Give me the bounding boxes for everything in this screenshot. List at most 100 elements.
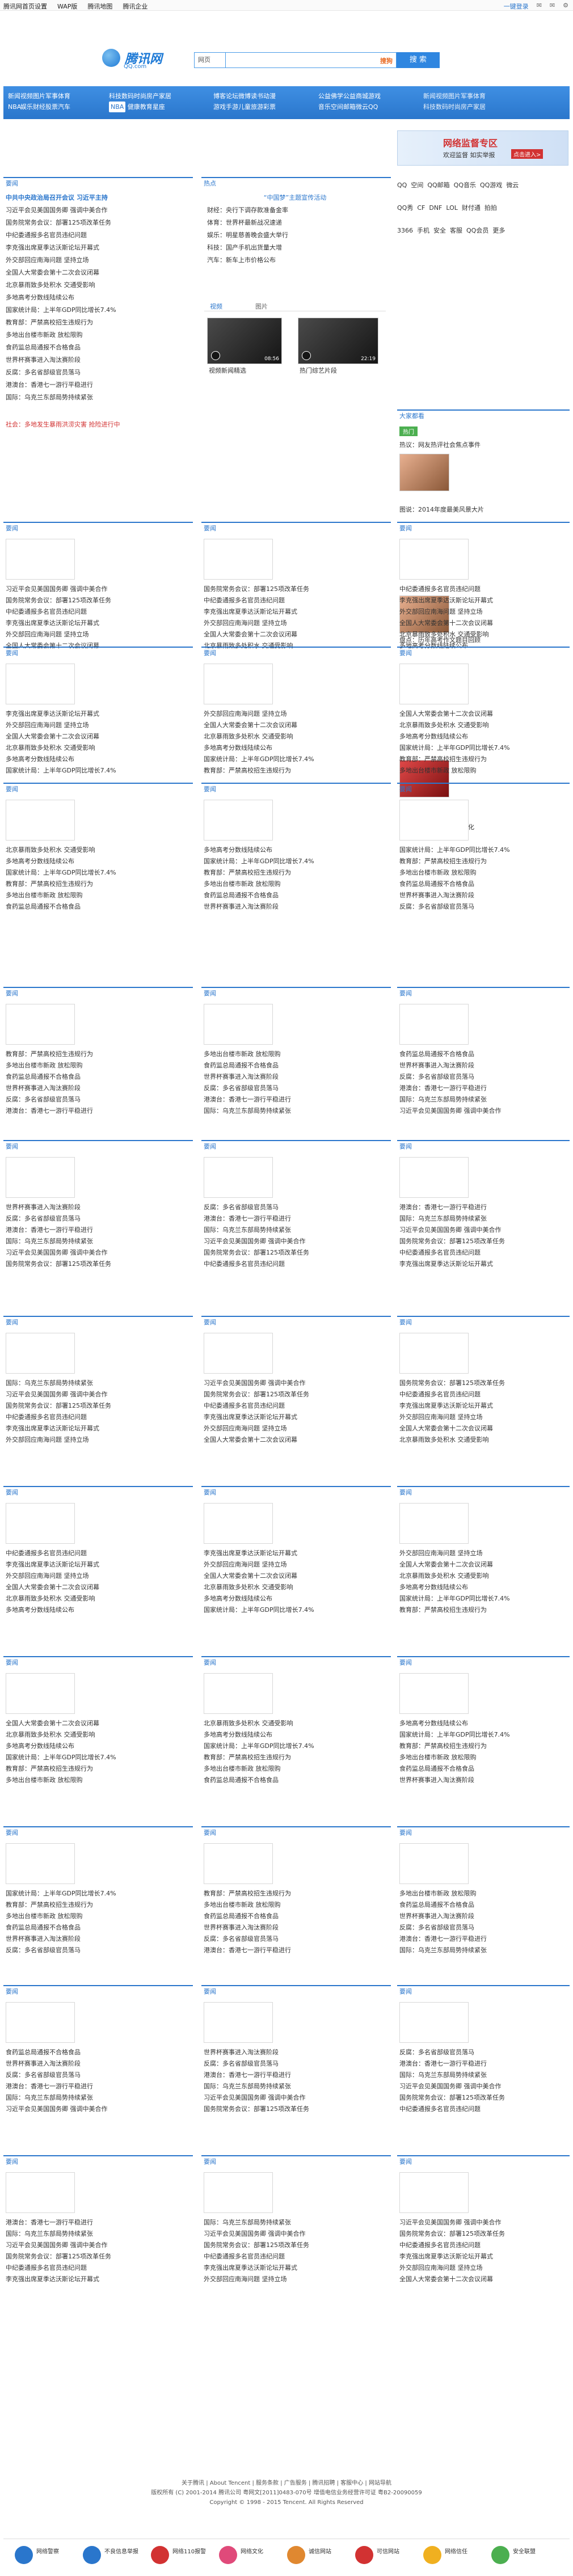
section-item[interactable]: 中纪委通报多名官员违纪问题 (204, 2252, 385, 2261)
section-thumbnail[interactable] (204, 1673, 273, 1714)
section-item[interactable]: 国家统计局：上半年GDP同比增长7.4% (399, 845, 564, 855)
section-item[interactable]: 教育部：严禁高校招生违规行为 (204, 1752, 385, 1762)
section-item[interactable]: 多地出台楼市新政 放松限购 (399, 868, 564, 877)
section-item[interactable]: 习近平会见美国国务卿 强调中美合作 (6, 1390, 187, 1399)
badge-1[interactable]: 网络警察 (15, 2544, 71, 2566)
section-item[interactable]: 国务院常务会议：部署125项改革任务 (204, 2104, 385, 2114)
section-item[interactable]: 港澳台：香港七一游行平稳进行 (6, 2218, 187, 2227)
section-item[interactable]: 多地出台楼市新政 放松限购 (204, 1049, 385, 1059)
section-item[interactable]: 北京暴雨致多处积水 交通受影响 (204, 1582, 385, 1592)
section-item[interactable]: 港澳台：香港七一游行平稳进行 (204, 2070, 385, 2080)
section-item[interactable]: 习近平会见美国国务卿 强调中美合作 (6, 584, 187, 594)
section-item[interactable]: 外交部回应南海问题 坚持立场 (204, 709, 385, 719)
section-title[interactable]: 要闻 (3, 1486, 193, 1500)
section-item[interactable]: 多地出台楼市新政 放松限购 (399, 766, 564, 775)
section-item[interactable]: 外交部回应南海问题 坚持立场 (204, 618, 385, 628)
section-thumbnail[interactable] (6, 664, 75, 704)
section-item[interactable]: 世界杯赛事进入淘汰赛阶段 (204, 902, 385, 911)
section-item[interactable]: 国家统计局：上半年GDP同比增长7.4% (204, 1605, 385, 1615)
section-item[interactable]: 反腐：多名省部级官员落马 (6, 1945, 187, 1955)
section-item[interactable]: 港澳台：香港七一游行平稳进行 (204, 1214, 385, 1223)
section-item[interactable]: 港澳台：香港七一游行平稳进行 (399, 1934, 564, 1944)
section-title[interactable]: 要闻 (397, 647, 570, 660)
section-item[interactable]: 教育部：严禁高校招生违规行为 (399, 856, 564, 866)
section-item[interactable]: 中纪委通报多名官员违纪问题 (399, 2240, 564, 2250)
news-item[interactable]: 国际：乌克兰东部局势持续紧张 (6, 392, 193, 402)
section-item[interactable]: 反腐：多名省部级官员落马 (204, 1202, 385, 1212)
section-item[interactable]: 李克强出席夏季达沃斯论坛开幕式 (399, 1259, 564, 1269)
news-item[interactable]: 多地出台楼市新政 放松限购 (6, 330, 193, 340)
section-item[interactable]: 全国人大常委会第十二次会议闭幕 (204, 630, 385, 639)
section-item[interactable]: 多地高考分数线陆续公布 (6, 1741, 187, 1751)
section-item[interactable]: 全国人大常委会第十二次会议闭幕 (6, 732, 187, 741)
section-item[interactable]: 港澳台：香港七一游行平稳进行 (6, 1106, 187, 1116)
section-item[interactable]: 北京暴雨致多处积水 交通受影响 (204, 732, 385, 741)
section-thumbnail[interactable] (399, 1673, 469, 1714)
section-title[interactable]: 要闻 (3, 522, 193, 535)
section-thumbnail[interactable] (399, 539, 469, 580)
tab-video[interactable]: 视频 (210, 302, 222, 311)
section-item[interactable]: 国家统计局：上半年GDP同比增长7.4% (6, 766, 187, 775)
section-item[interactable]: 反腐：多名省部级官员落马 (204, 2059, 385, 2068)
section-item[interactable]: 多地出台楼市新政 放松限购 (399, 1752, 564, 1762)
section-item[interactable]: 食药监总局通报不合格食品 (204, 1775, 385, 1785)
mail-icon[interactable]: ✉ (550, 2, 555, 11)
section-title[interactable]: 要闻 (201, 783, 391, 796)
settings-icon[interactable]: ⚙ (563, 2, 568, 11)
section-item[interactable]: 全国人大常委会第十二次会议闭幕 (6, 1718, 187, 1728)
section-thumbnail[interactable] (204, 1843, 273, 1884)
section-thumbnail[interactable] (204, 800, 273, 841)
section-item[interactable]: 国务院常务会议：部署125项改革任务 (204, 2240, 385, 2250)
hot-item[interactable]: 娱乐：明星慈善晚会盛大举行 (207, 230, 383, 240)
section-item[interactable]: 北京暴雨致多处积水 交通受影响 (6, 1730, 187, 1739)
section-item[interactable]: 习近平会见美国国务卿 强调中美合作 (204, 2229, 385, 2239)
section-item[interactable]: 港澳台：香港七一游行平稳进行 (399, 1083, 564, 1093)
section-title[interactable]: 要闻 (397, 1826, 570, 1840)
section-thumbnail[interactable] (6, 800, 75, 841)
section-item[interactable]: 食药监总局通报不合格食品 (204, 1061, 385, 1070)
section-item[interactable]: 中纪委通报多名官员违纪问题 (204, 1259, 385, 1269)
section-item[interactable]: 外交部回应南海问题 坚持立场 (399, 1548, 564, 1558)
wap-link[interactable]: WAP版 (57, 2, 77, 11)
section-item[interactable]: 反腐：多名省部级官员落马 (399, 902, 564, 911)
news-item[interactable]: 国家统计局：上半年GDP同比增长7.4% (6, 305, 193, 315)
section-item[interactable]: 港澳台：香港七一游行平稳进行 (6, 2081, 187, 2091)
section-thumbnail[interactable] (399, 1503, 469, 1544)
section-item[interactable]: 国务院常务会议：部署125项改革任务 (399, 2229, 564, 2239)
section-item[interactable]: 国家统计局：上半年GDP同比增长7.4% (6, 1752, 187, 1762)
section-item[interactable]: 多地出台楼市新政 放松限购 (6, 1911, 187, 1921)
section-item[interactable]: 习近平会见美国国务卿 强调中美合作 (6, 1248, 187, 1257)
section-item[interactable]: 教育部：严禁高校招生违规行为 (6, 879, 187, 889)
section-item[interactable]: 食药监总局通报不合格食品 (6, 2047, 187, 2057)
section-item[interactable]: 国务院常务会议：部署125项改革任务 (6, 1259, 187, 1269)
section-item[interactable]: 国务院常务会议：部署125项改革任务 (6, 2252, 187, 2261)
section-item[interactable]: 多地高考分数线陆续公布 (6, 856, 187, 866)
section-item[interactable]: 世界杯赛事进入淘汰赛阶段 (204, 1923, 385, 1932)
section-item[interactable]: 全国人大常委会第十二次会议闭幕 (204, 1571, 385, 1581)
section-item[interactable]: 国家统计局：上半年GDP同比增长7.4% (6, 868, 187, 877)
section-item[interactable]: 食药监总局通报不合格食品 (6, 1923, 187, 1932)
section-item[interactable]: 北京暴雨致多处积水 交通受影响 (399, 1571, 564, 1581)
section-item[interactable]: 多地出台楼市新政 放松限购 (6, 890, 187, 900)
section-item[interactable]: 外交部回应南海问题 坚持立场 (204, 1560, 385, 1569)
section-thumbnail[interactable] (6, 1157, 75, 1198)
section-item[interactable]: 国务院常务会议：部署125项改革任务 (399, 2093, 564, 2102)
section-item[interactable]: 外交部回应南海问题 坚持立场 (6, 1435, 187, 1445)
news-item[interactable]: 港澳台：香港七一游行平稳进行 (6, 380, 193, 390)
section-title[interactable]: 要闻 (3, 1316, 193, 1329)
news-item[interactable]: 教育部：严禁高校招生违规行为 (6, 318, 193, 327)
badge-7[interactable]: 网络信任 (423, 2544, 480, 2566)
section-title[interactable]: 要闻 (397, 1140, 570, 1154)
search-input[interactable]: 搜狗 (225, 52, 397, 68)
section-item[interactable]: 国务院常务会议：部署125项改革任务 (204, 584, 385, 594)
section-item[interactable]: 北京暴雨致多处积水 交通受影响 (6, 845, 187, 855)
section-thumbnail[interactable] (399, 1004, 469, 1045)
section-title[interactable]: 要闻 (201, 1140, 391, 1154)
section-item[interactable]: 世界杯赛事进入淘汰赛阶段 (6, 1202, 187, 1212)
video-thumbnail-2[interactable]: 22:19 (298, 318, 378, 364)
section-item[interactable]: 国际：乌克兰东部局势持续紧张 (399, 1214, 564, 1223)
section-item[interactable]: 李克强出席夏季达沃斯论坛开幕式 (204, 607, 385, 616)
section-item[interactable]: 李克强出席夏季达沃斯论坛开幕式 (6, 1560, 187, 1569)
section-title[interactable]: 要闻 (201, 1486, 391, 1500)
section-item[interactable]: 全国人大常委会第十二次会议闭幕 (399, 709, 564, 719)
